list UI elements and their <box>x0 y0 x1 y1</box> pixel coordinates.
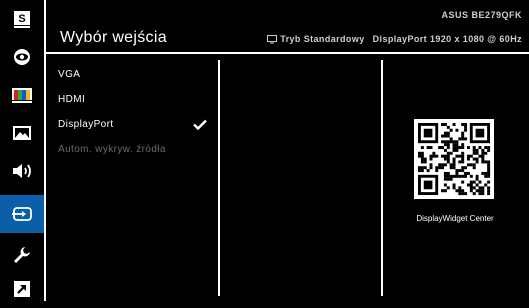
column-divider-2 <box>381 60 383 296</box>
status-line: Tryb Standardowy DisplayPort 1920 x 1080… <box>267 34 522 44</box>
svg-text:S: S <box>18 13 25 25</box>
qr-code <box>414 119 494 199</box>
input-icon <box>12 207 32 221</box>
qr-caption: DisplayWidget Center <box>416 214 494 223</box>
column-divider-1 <box>218 60 220 296</box>
wrench-icon <box>14 247 30 263</box>
menu-item-displayport[interactable]: DisplayPort <box>58 119 114 130</box>
model-name: ASUS BE279QFK <box>441 10 522 20</box>
mode-label: Tryb Standardowy <box>280 34 365 44</box>
eye-icon <box>14 49 30 65</box>
sidebar-item-image[interactable] <box>0 114 44 152</box>
sidebar-item-input-select[interactable] <box>0 195 44 233</box>
s-logo-icon: S <box>14 11 30 28</box>
shortcut-arrow-icon <box>14 281 30 297</box>
sidebar-item-eye-care[interactable] <box>0 38 44 76</box>
monitor-icon <box>267 34 278 44</box>
menu-item-auto-detect: Autom. wykryw. źródła <box>58 144 166 155</box>
qr-code-icon <box>418 123 491 196</box>
sidebar-item-shortcut[interactable] <box>0 270 44 308</box>
sidebar: S <box>0 0 44 301</box>
page-title: Wybór wejścia <box>60 29 167 46</box>
input-info: DisplayPort 1920 x 1080 @ 60Hz <box>372 34 522 44</box>
speaker-icon <box>13 164 31 178</box>
checkmark-icon <box>193 117 207 135</box>
header-divider <box>46 52 529 54</box>
sidebar-item-sound[interactable] <box>0 152 44 190</box>
menu-item-hdmi[interactable]: HDMI <box>58 94 85 105</box>
sidebar-item-system-setup[interactable] <box>0 236 44 274</box>
menu-item-vga[interactable]: VGA <box>58 69 80 80</box>
sidebar-item-splendid[interactable]: S <box>0 0 44 38</box>
sidebar-item-color[interactable] <box>0 76 44 114</box>
image-icon <box>13 126 31 140</box>
color-bars-icon <box>12 88 32 103</box>
